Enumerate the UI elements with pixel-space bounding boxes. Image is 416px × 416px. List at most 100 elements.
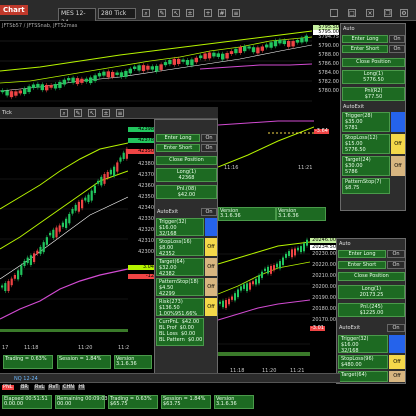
target-toggle[interactable]: Off: [391, 156, 405, 176]
enter-long-toggle[interactable]: On: [389, 35, 405, 43]
version-text-1: Version 3.1.6.36: [278, 208, 299, 219]
enter-short-toggle[interactable]: On: [389, 45, 405, 53]
trade-panel-2: Enter Long On Enter Short On Close Posit…: [154, 119, 218, 377]
target-toggle-2[interactable]: Off: [205, 258, 217, 276]
enter-long-button-2[interactable]: Enter Long: [156, 134, 200, 142]
pattern-toggle-2[interactable]: Off: [205, 278, 217, 296]
tab-rvl[interactable]: RvL: [34, 385, 46, 390]
maximize-icon[interactable]: □: [348, 9, 356, 17]
chart-1-plot: [0, 30, 312, 102]
settings-icon[interactable]: ⚙: [400, 9, 408, 17]
autoexit-label-2: AutoExit: [157, 209, 179, 215]
tab-hi[interactable]: HI: [78, 385, 86, 390]
lines-icon[interactable]: ≡: [232, 9, 240, 17]
pattern-stop-setting-2[interactable]: PatternStop(18) $4.50 42299: [156, 278, 204, 297]
restore-icon[interactable]: ❐: [384, 9, 392, 17]
target-setting-2[interactable]: Target(64) $32.00 42382: [156, 258, 204, 277]
price-tag: 3.04: [128, 265, 154, 270]
chart-2-time-1: 11:16: [224, 165, 239, 171]
tab-pnl[interactable]: PNL: [2, 385, 14, 390]
bottom-tab-bar: PNL BR RvL RvT CHN HI: [0, 384, 160, 394]
trigger-swatch-3[interactable]: [389, 335, 405, 353]
risk-setting-2[interactable]: Risk(273) $136.50 1.00%951.66%: [156, 298, 204, 317]
trigger-setting-3[interactable]: Trigger(32) $16.00 32/168: [338, 335, 388, 354]
chart-1[interactable]: JFTSb57 / JFTSSnab, JFTS2mas 5795.50 579…: [0, 21, 340, 111]
trigger-swatch[interactable]: [391, 112, 405, 132]
enter-short-button[interactable]: Enter Short: [342, 45, 388, 53]
trigger-swatch-2[interactable]: [205, 218, 217, 236]
chart-2-search-icon[interactable]: ⌕: [60, 109, 68, 117]
chart-2-interval[interactable]: Tick: [2, 110, 12, 116]
bottom-toolbar: NQ 12-24: [0, 373, 340, 383]
time-label: 11:18: [24, 345, 39, 351]
price-tick: 20210.00: [312, 273, 336, 279]
close-position-button[interactable]: Close Position: [342, 58, 405, 67]
tab-br[interactable]: BR: [20, 385, 29, 390]
price-tick: 42350: [138, 194, 154, 200]
close-position-button-2[interactable]: Close Position: [156, 156, 217, 165]
auto-label-3: Auto: [339, 241, 351, 247]
enter-long-button-3[interactable]: Enter Long: [338, 250, 386, 258]
pencil-icon[interactable]: ✎: [158, 9, 166, 17]
price-tick: 5788.00: [318, 52, 339, 58]
enter-long-toggle-2[interactable]: On: [201, 134, 217, 142]
enter-short-toggle-3[interactable]: On: [387, 261, 405, 269]
stoploss-setting-3[interactable]: StopLoss(96) $480.00: [338, 355, 388, 369]
bottom-instrument[interactable]: NQ 12-24: [14, 376, 38, 382]
close-position-button-3[interactable]: Close Position: [338, 272, 405, 281]
price-tick: 5790.00: [318, 43, 339, 49]
stoploss-toggle-2[interactable]: Off: [205, 238, 217, 256]
chart-2-pencil-icon[interactable]: ✎: [74, 109, 82, 117]
risk-toggle-2[interactable]: Off: [205, 298, 217, 316]
enter-short-button-2[interactable]: Enter Short: [156, 144, 200, 152]
target-setting-3[interactable]: Target(64): [338, 371, 388, 382]
price-tag: 42350: [128, 149, 154, 154]
enter-long-toggle-3[interactable]: On: [387, 250, 405, 258]
cursor-icon[interactable]: ↖: [172, 9, 180, 17]
chart-2-lines-icon[interactable]: ≡: [116, 109, 124, 117]
autoexit-toggle-2[interactable]: On: [201, 208, 217, 216]
enter-short-toggle-2[interactable]: On: [201, 144, 217, 152]
stoploss-toggle-3[interactable]: Off: [389, 355, 405, 369]
zoom-icon[interactable]: ±: [186, 9, 194, 17]
chart-2[interactable]: 42398 42378 42350 42380 42370 42360 4235…: [0, 119, 154, 349]
chart-2-cursor-icon[interactable]: ↖: [88, 109, 96, 117]
price-tag: 42398: [128, 127, 154, 132]
target-toggle-3[interactable]: Off: [389, 371, 405, 382]
crosshair-icon[interactable]: +: [204, 9, 212, 17]
bottom-time-axis: 17 11:18 11:20 11:2: [0, 345, 154, 353]
current-pnl-summary-2: CurrPnL $42.00 BL Prof $0.00 BL Loss $0.…: [156, 318, 204, 346]
version-status: Version 3.1.6.36: [214, 395, 254, 409]
time-label: 17: [2, 345, 9, 351]
chart-3[interactable]: 20246.00 20234.50 20230.00 20220.00 2021…: [218, 224, 336, 379]
stoploss-setting-2[interactable]: StopLoss(16) $8.00 42352: [156, 238, 204, 257]
tab-chn[interactable]: CHN: [62, 385, 75, 390]
price-tick: 5794.75: [318, 34, 339, 40]
autoexit-toggle-3[interactable]: On: [387, 324, 405, 332]
time-label: 11:2: [118, 345, 130, 351]
enter-long-button[interactable]: Enter Long: [342, 35, 388, 43]
stoploss-setting[interactable]: StopLoss(12) $15.00 5776.50: [342, 134, 390, 154]
chart-1-price-axis: 5795.50 5795.00 5794.75 5790.00 5788.00 …: [313, 25, 339, 94]
tab-rvt[interactable]: RvT: [48, 385, 60, 390]
price-tick: 20230.00: [312, 251, 336, 257]
stoploss-toggle[interactable]: Off: [391, 134, 405, 154]
trigger-setting[interactable]: Trigger(28) $35.00 5781: [342, 112, 390, 132]
search-icon[interactable]: ⌕: [142, 9, 150, 17]
time-label: 11:20: [78, 345, 93, 351]
price-tick: 42370: [138, 172, 154, 178]
interval-selector[interactable]: 280 Tick: [98, 8, 136, 19]
autoexit-label: AutoExit: [343, 104, 365, 110]
grid-icon[interactable]: #: [218, 9, 226, 17]
chart-2-extension: -3.64 11:16 11:21: [218, 107, 340, 207]
chart-2-zoom-icon[interactable]: ±: [102, 109, 110, 117]
minimize-icon[interactable]: _: [330, 9, 338, 17]
enter-short-button-3[interactable]: Enter Short: [338, 261, 386, 269]
pattern-stop-setting[interactable]: PatternStop(7) $8.75: [342, 178, 390, 194]
trigger-setting-2[interactable]: Trigger(32) $16.00 32/168: [156, 218, 204, 237]
chart-2-toolbar: Tick ⌕ ✎ ↖ ± ≡: [0, 107, 218, 119]
pnl-display-3: Pnl.(245) $1225.00: [338, 303, 405, 317]
target-setting[interactable]: Target(24) $30.00 5786: [342, 156, 390, 176]
price-tick: 5780.00: [318, 88, 339, 94]
close-icon[interactable]: ×: [366, 9, 374, 17]
